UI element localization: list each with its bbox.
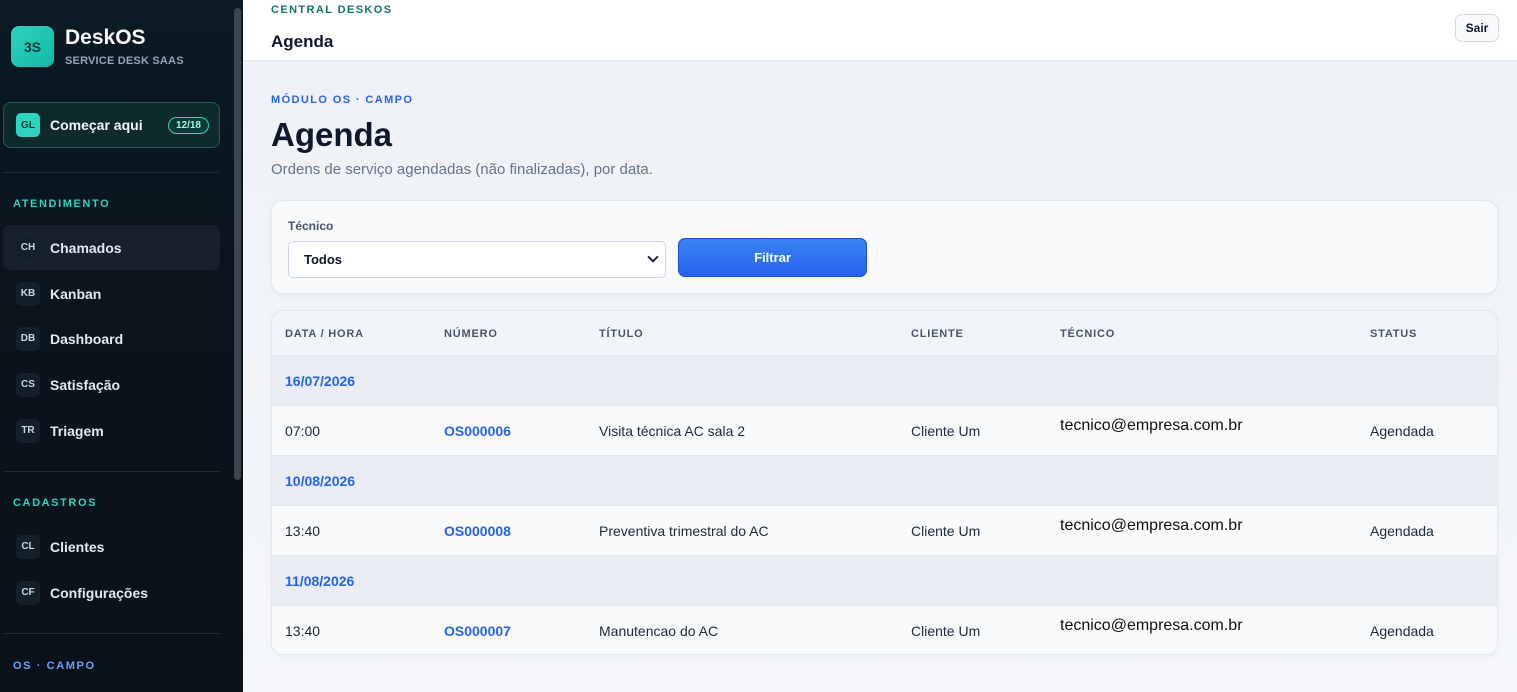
technician-filter-label: Técnico <box>288 219 334 233</box>
sidebar-item-label: Clientes <box>50 538 105 555</box>
cell-technician: tecnico@empresa.com.br <box>1060 517 1243 534</box>
agenda-table: DATA / HORA NÚMERO TÍTULO CLIENTE TÉCNIC… <box>271 310 1498 655</box>
module-kicker: MÓDULO OS · CAMPO <box>271 94 414 106</box>
sidebar-item-label: Triagem <box>50 422 104 439</box>
sidebar-item-label: Dashboard <box>50 330 124 347</box>
nav-abbr-icon: CL <box>16 534 40 559</box>
technician-select[interactable]: Todos <box>288 241 666 278</box>
nav-abbr-icon: KB <box>16 281 40 306</box>
column-header-status[interactable]: STATUS <box>1370 328 1417 340</box>
start-here-button[interactable]: GL Começar aqui 12/18 <box>3 102 220 148</box>
column-header-client[interactable]: CLIENTE <box>911 328 964 340</box>
sidebar: 3S DeskOS SERVICE DESK SAAS GL Começar a… <box>0 0 243 692</box>
start-badge: GL <box>16 113 40 137</box>
topbar: CENTRAL DESKOS Agenda Sair <box>243 0 1517 61</box>
table-row[interactable]: 13:40 OS000008 Preventiva trimestral do … <box>272 506 1497 556</box>
os-number-link[interactable]: OS000006 <box>444 423 511 439</box>
column-header-number[interactable]: NÚMERO <box>444 328 498 340</box>
nav-abbr-icon: TR <box>16 418 40 443</box>
os-number-link[interactable]: OS000008 <box>444 523 511 539</box>
date-group-row: 10/08/2026 <box>272 456 1497 506</box>
nav-abbr-icon: CS <box>16 372 40 397</box>
brand-title: DeskOS <box>65 26 146 49</box>
sidebar-item-satisfacao[interactable]: CS Satisfação <box>3 362 220 407</box>
cell-status: Agendada <box>1370 423 1434 439</box>
sidebar-item-label: Configurações <box>50 584 149 601</box>
cell-technician: tecnico@empresa.com.br <box>1060 617 1243 634</box>
sidebar-item-dashboard[interactable]: DB Dashboard <box>3 316 220 361</box>
start-label: Começar aqui <box>50 117 143 133</box>
cell-time: 13:40 <box>285 623 321 639</box>
section-label-os-campo: OS · CAMPO <box>13 660 96 672</box>
topbar-title: Agenda <box>271 32 334 51</box>
date-group-row: 11/08/2026 <box>272 556 1497 606</box>
cell-title: Manutencao do AC <box>599 623 719 639</box>
page-title: Agenda <box>271 116 393 153</box>
sidebar-scrollbar[interactable] <box>234 0 241 692</box>
sidebar-scrollbar-thumb[interactable] <box>234 8 241 480</box>
group-date: 16/07/2026 <box>285 373 356 389</box>
chevron-down-icon <box>647 251 659 263</box>
section-label-atendimento: ATENDIMENTO <box>13 198 111 210</box>
cell-technician: tecnico@empresa.com.br <box>1060 417 1243 434</box>
cell-status: Agendada <box>1370 623 1434 639</box>
column-header-title[interactable]: TÍTULO <box>599 328 644 340</box>
sidebar-item-label: Chamados <box>50 239 122 256</box>
table-header: DATA / HORA NÚMERO TÍTULO CLIENTE TÉCNIC… <box>272 311 1497 356</box>
date-group-row: 16/07/2026 <box>272 356 1497 406</box>
filter-button[interactable]: Filtrar <box>678 238 867 277</box>
technician-select-value: Todos <box>304 252 343 267</box>
column-header-technician[interactable]: TÉCNICO <box>1060 328 1115 340</box>
brand[interactable]: 3S DeskOS SERVICE DESK SAAS <box>11 26 184 67</box>
topbar-kicker: CENTRAL DESKOS <box>271 4 393 16</box>
nav-abbr-icon: DB <box>16 326 40 351</box>
sidebar-item-configuracoes[interactable]: CF Configurações <box>3 570 220 615</box>
filter-card: Técnico Todos Filtrar <box>271 200 1498 294</box>
cell-status: Agendada <box>1370 523 1434 539</box>
cell-client: Cliente Um <box>911 423 981 439</box>
column-header-date-time[interactable]: DATA / HORA <box>285 328 364 340</box>
cell-title: Preventiva trimestral do AC <box>599 523 769 539</box>
main-content: MÓDULO OS · CAMPO Agenda Ordens de servi… <box>243 61 1517 692</box>
table-row[interactable]: 07:00 OS000006 Visita técnica AC sala 2 … <box>272 406 1497 456</box>
section-label-cadastros: CADASTROS <box>13 497 98 509</box>
sidebar-item-label: Kanban <box>50 285 102 302</box>
cell-client: Cliente Um <box>911 523 981 539</box>
table-row[interactable]: 13:40 OS000007 Manutencao do AC Cliente … <box>272 606 1497 654</box>
sidebar-divider <box>3 633 220 634</box>
nav-abbr-icon: CH <box>16 235 40 260</box>
sidebar-item-label: Satisfação <box>50 376 121 393</box>
cell-time: 13:40 <box>285 523 321 539</box>
brand-subtitle: SERVICE DESK SAAS <box>65 55 184 67</box>
brand-text: DeskOS SERVICE DESK SAAS <box>65 26 184 67</box>
group-date: 10/08/2026 <box>285 473 356 489</box>
page-subtitle: Ordens de serviço agendadas (não finaliz… <box>271 161 653 178</box>
logout-button[interactable]: Sair <box>1455 14 1499 42</box>
cell-client: Cliente Um <box>911 623 981 639</box>
sidebar-item-chamados[interactable]: CH Chamados <box>3 225 220 270</box>
start-progress-count: 12/18 <box>167 117 209 134</box>
group-date: 11/08/2026 <box>285 573 355 589</box>
nav-abbr-icon: CF <box>16 580 40 605</box>
sidebar-item-clientes[interactable]: CL Clientes <box>3 524 220 569</box>
sidebar-divider <box>3 471 220 472</box>
os-number-link[interactable]: OS000007 <box>444 623 511 639</box>
sidebar-item-kanban[interactable]: KB Kanban <box>3 271 220 316</box>
sidebar-item-triagem[interactable]: TR Triagem <box>3 408 220 453</box>
sidebar-divider <box>3 172 220 173</box>
cell-time: 07:00 <box>285 423 321 439</box>
brand-logo: 3S <box>11 26 54 67</box>
cell-title: Visita técnica AC sala 2 <box>599 423 746 439</box>
